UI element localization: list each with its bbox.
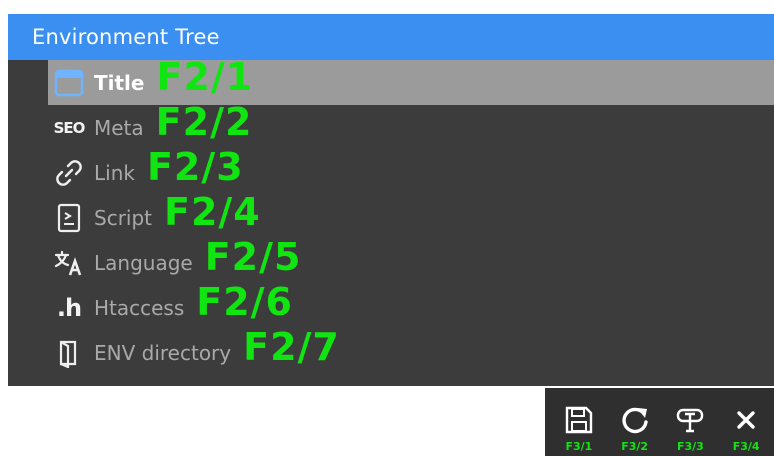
shortcut-hint: F2/4 (164, 189, 261, 234)
tree-item-env-directory[interactable]: ENV directory F2/7 (8, 325, 774, 375)
shortcut-hint: F2/7 (243, 324, 340, 369)
tree-item-title[interactable]: Title F2/1 (48, 55, 774, 105)
tree-item-label: Title (94, 70, 145, 95)
shortcut-hint: F2/1 (156, 54, 254, 99)
shortcut-hint: F3/3 (676, 440, 704, 453)
tree-item-script[interactable]: Script F2/4 (8, 190, 774, 240)
shortcut-hint: F2/5 (204, 234, 302, 279)
shortcut-hint: F3/2 (621, 440, 649, 453)
link-icon (52, 156, 86, 190)
shortcut-hint: F3/1 (565, 440, 593, 453)
title-window-icon (52, 66, 86, 100)
refresh-icon (619, 402, 651, 438)
translate-icon (52, 246, 86, 280)
environment-tree-panel: Environment Tree Title F2/1 SEO Meta F2/… (8, 14, 774, 386)
text-format-icon (675, 402, 705, 438)
save-icon (564, 402, 594, 438)
htaccess-icon: .h (52, 291, 86, 325)
tree-item-label: Htaccess (94, 295, 185, 320)
tree-item-language[interactable]: Language F2/5 (8, 235, 774, 285)
tree-item-label: Language (94, 250, 193, 275)
save-button[interactable]: F3/1 (551, 402, 607, 456)
shortcut-hint: F2/2 (155, 99, 253, 144)
panel-title-bar: Environment Tree (8, 14, 774, 60)
shortcut-hint: F2/3 (146, 144, 244, 189)
shortcut-hint: F3/4 (732, 440, 760, 453)
tree-item-htaccess[interactable]: .h Htaccess F2/6 (8, 280, 774, 330)
tree-item-label: Script (94, 205, 153, 230)
folder-icon (52, 336, 86, 370)
seo-icon-text: SEO (53, 118, 86, 137)
htaccess-icon-text: .h (56, 293, 82, 322)
action-toolbar: F3/1 F3/2 F3/3 F3/4 (545, 388, 774, 456)
close-button[interactable]: F3/4 (718, 402, 774, 456)
tree-item-meta[interactable]: SEO Meta F2/2 (8, 100, 774, 150)
tree-item-label: ENV directory (94, 340, 232, 365)
text-format-button[interactable]: F3/3 (663, 402, 719, 456)
refresh-button[interactable]: F3/2 (607, 402, 663, 456)
seo-icon: SEO (52, 111, 86, 145)
script-file-icon (52, 201, 86, 235)
shortcut-hint: F2/6 (196, 279, 293, 324)
tree-item-label: Meta (94, 115, 144, 140)
environment-tree: Title F2/1 SEO Meta F2/2 Link F2/3 Scrip… (8, 55, 774, 375)
tree-item-link[interactable]: Link F2/3 (8, 145, 774, 195)
tree-item-label: Link (94, 160, 135, 185)
panel-title: Environment Tree (32, 25, 220, 49)
close-icon (733, 402, 759, 438)
